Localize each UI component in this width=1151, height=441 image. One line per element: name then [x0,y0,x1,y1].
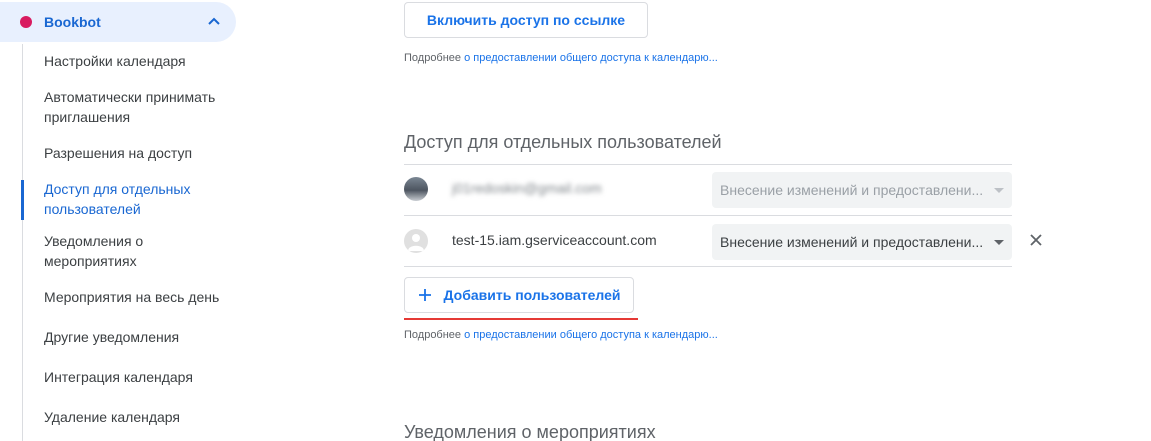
divider [404,164,1012,165]
permission-value: Внесение изменений и предоставлени... [720,234,982,250]
helper-prefix: Подробнее [404,329,462,341]
highlight-underline [404,318,638,320]
sidebar-item-other-notifications[interactable]: Другие уведомления [44,327,234,347]
dropdown-arrow-icon [994,240,1004,245]
sidebar-item-integrate-calendar[interactable]: Интеграция календаря [44,367,234,387]
sidebar-item-auto-accept[interactable]: Автоматически принимать приглашения [44,87,234,127]
sidebar-item-all-day-events[interactable]: Мероприятия на весь день [44,287,234,307]
plus-icon [418,289,431,301]
chevron-up-icon[interactable] [206,14,222,30]
user-avatar-photo [404,177,428,201]
sidebar-item-event-notifications[interactable]: Уведомления о мероприятиях [44,231,234,271]
add-users-label: Добавить пользователей [443,287,621,303]
dropdown-arrow-icon [994,188,1004,193]
calendar-color-dot [20,16,32,28]
default-avatar-icon [404,229,428,253]
helper-text: Подробнее о предоставлении общего доступ… [404,52,718,64]
sidebar-item-delete-calendar[interactable]: Удаление календаря [44,407,234,427]
enable-link-sharing-button[interactable]: Включить доступ по ссылке [404,2,648,38]
calendar-name: Bookbot [44,14,101,30]
helper-prefix: Подробнее [404,52,462,64]
divider [404,215,1012,216]
calendar-header[interactable]: Bookbot [0,2,236,42]
add-users-button[interactable]: Добавить пользователей [404,277,634,313]
helper-text: Подробнее о предоставлении общего доступ… [404,329,718,341]
sidebar: Bookbot Настройки календаря Автоматическ… [0,0,240,441]
user-email: test-15.iam.gserviceaccount.com [452,232,657,248]
active-indicator [21,180,24,220]
sidebar-item-access-permissions[interactable]: Разрешения на доступ [44,143,234,163]
section-title-event-notifications: Уведомления о мероприятиях [404,422,656,441]
user-email: j01redoskin@gmail.com [452,180,602,196]
permission-select: Внесение изменений и предоставлени... [712,172,1012,208]
sidebar-item-share-with-people[interactable]: Доступ для отдельных пользователей [44,179,234,219]
tree-line [22,44,23,441]
learn-more-link[interactable]: о предоставлении общего доступа к календ… [464,52,718,64]
learn-more-link[interactable]: о предоставлении общего доступа к календ… [464,329,718,341]
permission-value: Внесение изменений и предоставлени... [720,182,982,198]
sidebar-item-calendar-settings[interactable]: Настройки календаря [44,51,234,71]
permission-select[interactable]: Внесение изменений и предоставлени... [712,224,1012,260]
remove-user-icon[interactable] [1026,230,1046,250]
divider [404,266,1012,267]
section-title-share-with-people: Доступ для отдельных пользователей [404,132,722,152]
